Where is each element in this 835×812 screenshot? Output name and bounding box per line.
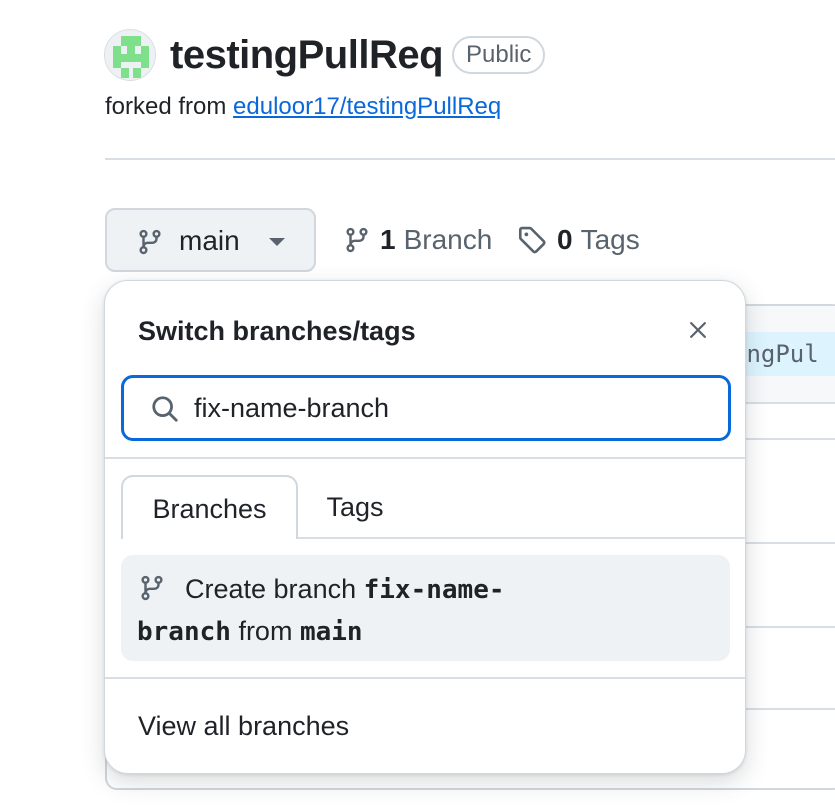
visibility-badge: Public bbox=[452, 36, 546, 74]
branch-count-label: Branch bbox=[403, 224, 493, 255]
create-branch-option[interactable]: Create branch fix-name-branch from main bbox=[121, 555, 730, 661]
branches-count-link[interactable]: 1 Branch bbox=[344, 222, 492, 258]
caret-down-icon bbox=[269, 238, 285, 246]
close-button[interactable] bbox=[683, 315, 713, 345]
source-branch-name: main bbox=[299, 617, 363, 647]
header-divider bbox=[105, 158, 835, 160]
close-icon bbox=[690, 322, 706, 338]
search-icon bbox=[150, 394, 180, 429]
repo-title[interactable]: testingPullReq bbox=[170, 30, 444, 80]
forked-from-line: forked from eduloor17/testingPullReq bbox=[105, 92, 501, 122]
forked-source-link[interactable]: eduloor17/testingPullReq bbox=[233, 93, 501, 120]
git-branch-icon bbox=[137, 227, 163, 262]
branch-search-input[interactable] bbox=[194, 390, 714, 426]
tag-count-label: Tags bbox=[580, 224, 640, 255]
forked-from-label: forked from bbox=[105, 93, 227, 120]
current-branch-label: main bbox=[179, 225, 240, 256]
repo-owner-avatar[interactable] bbox=[104, 29, 156, 81]
branch-selector-button[interactable]: main bbox=[105, 208, 316, 272]
tag-count: 0 bbox=[557, 224, 573, 255]
branch-count: 1 bbox=[380, 224, 396, 255]
identicon-icon bbox=[105, 30, 155, 80]
create-from-label: from bbox=[238, 616, 293, 646]
view-all-branches-link[interactable]: View all branches bbox=[138, 709, 349, 743]
footer-divider bbox=[105, 677, 745, 679]
tab-branches[interactable]: Branches bbox=[121, 475, 298, 539]
branch-switcher-dropdown: Switch branches/tags Branches Tags bbox=[104, 280, 747, 774]
tag-icon bbox=[517, 225, 547, 255]
tags-count-link[interactable]: 0 Tags bbox=[517, 222, 640, 258]
create-branch-prefix: Create branch bbox=[185, 574, 357, 604]
tab-tags[interactable]: Tags bbox=[301, 475, 409, 539]
create-branch-text: Create branch fix-name-branch from main bbox=[137, 569, 557, 653]
search-divider bbox=[105, 457, 745, 459]
branch-search-field[interactable] bbox=[121, 375, 731, 441]
dropdown-title: Switch branches/tags bbox=[138, 316, 416, 346]
tabs-divider bbox=[298, 537, 747, 539]
git-branch-icon bbox=[344, 225, 370, 255]
